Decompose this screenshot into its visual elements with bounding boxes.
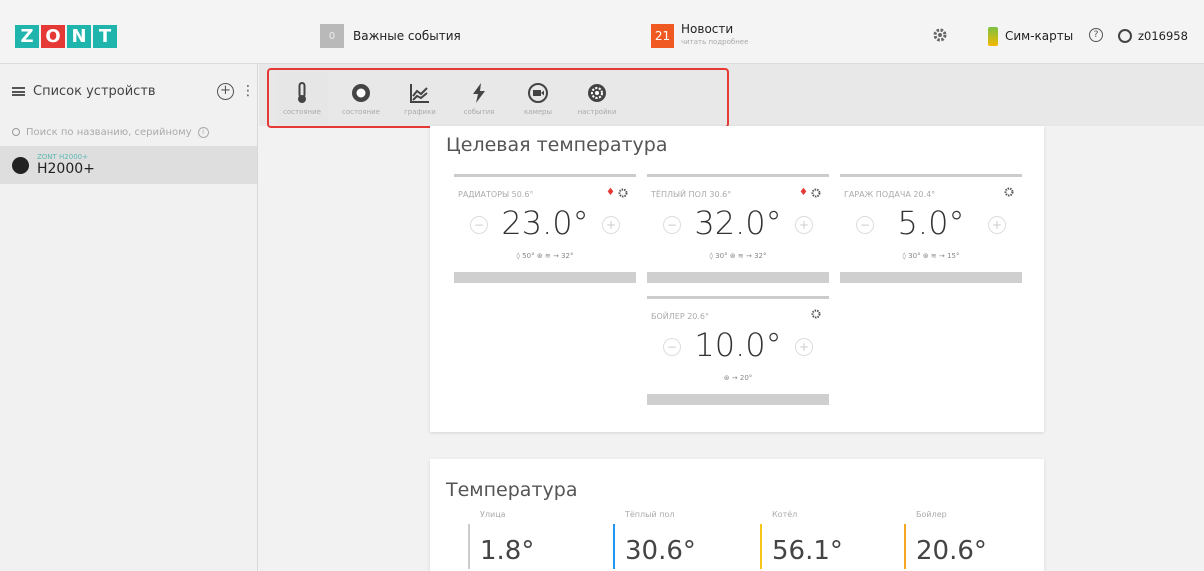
gear-icon[interactable] — [811, 309, 821, 319]
news-badge: 21 — [651, 24, 674, 48]
chart-icon — [410, 83, 429, 103]
thermometer-icon — [298, 81, 306, 103]
search-icon — [12, 128, 20, 136]
tile-mode-bar[interactable] — [647, 272, 829, 283]
tile-mode-bar[interactable] — [647, 394, 829, 405]
sim-cards-label: Сим-карты — [1005, 29, 1074, 43]
sensor-label: Тёплый пол — [625, 510, 675, 519]
gear-icon[interactable] — [811, 188, 821, 198]
card-title: Целевая температура — [446, 134, 668, 156]
user-icon — [1118, 29, 1132, 43]
tab-label: настройки — [577, 107, 617, 116]
tab-label: камеры — [523, 107, 553, 116]
tile-mode-bar[interactable] — [840, 272, 1022, 283]
tile-header: ТЁПЛЫЙ ПОЛ 30.6° — [651, 190, 732, 199]
tile-details: ⊛ → 20° — [723, 374, 753, 382]
help-icon[interactable]: ? — [1089, 28, 1103, 42]
tile-header: БОЙЛЕР 20.6° — [651, 312, 710, 321]
increase-button[interactable]: + — [988, 216, 1006, 234]
tile-details: ◊ 30° ⊛ ≋ → 32° — [709, 252, 767, 260]
menu-icon[interactable] — [12, 86, 25, 96]
thermostat-tile[interactable]: ГАРАЖ ПОДАЧА 20.4° − 5.0° + ◊ 30° ⊛ ≋ → … — [840, 174, 1022, 283]
device-list-header: Список устройств + ⋮ — [0, 64, 257, 118]
sensor-value: 56.1° — [772, 536, 843, 566]
tab-state-temperature[interactable]: состояние — [276, 72, 328, 124]
device-name: H2000+ — [37, 160, 95, 177]
zont-logo[interactable]: Z O N T — [15, 25, 117, 48]
tile-mode-bar[interactable] — [454, 272, 636, 283]
sidebar: Список устройств + ⋮ Поиск по названию, … — [0, 64, 258, 571]
sensor-color-line — [613, 524, 615, 569]
device-list-item[interactable]: ZONT H2000+ H2000+ — [0, 146, 257, 184]
news-button[interactable]: 21 Новости читать подробнее — [651, 22, 748, 50]
tab-events[interactable]: события — [453, 72, 505, 124]
lightning-icon — [473, 82, 485, 103]
temperature-card: Температура Улица 1.8° Тёплый пол 30.6° … — [430, 459, 1044, 571]
news-subtitle: читать подробнее — [681, 38, 749, 46]
events-badge: 0 — [320, 24, 344, 48]
camera-icon — [528, 82, 548, 103]
increase-button[interactable]: + — [602, 216, 620, 234]
sensor-label: Котёл — [772, 510, 798, 519]
sensor-value: 30.6° — [625, 536, 696, 566]
more-icon[interactable]: ⋮ — [241, 83, 255, 99]
gear-icon[interactable] — [1004, 187, 1014, 197]
device-search-input[interactable]: Поиск по названию, серийному i — [0, 118, 257, 146]
sensor-label: Улица — [480, 510, 506, 519]
device-toolbar: состояние состояние графики события каме… — [267, 68, 729, 128]
tile-header: РАДИАТОРЫ 50.6° — [458, 190, 534, 199]
logo-letter: N — [67, 25, 91, 48]
target-temperature-card: Целевая температура РАДИАТОРЫ 50.6° ♦ − … — [430, 126, 1044, 432]
gear-icon[interactable] — [932, 27, 948, 43]
sim-cards-button[interactable]: Сим-карты — [988, 22, 1073, 50]
sensor-color-line — [904, 524, 906, 569]
logo-letter: O — [41, 25, 65, 48]
tile-details: ◊ 50° ⊛ ≋ → 32° — [516, 252, 574, 260]
tab-cameras[interactable]: камеры — [512, 72, 564, 124]
tile-header: ГАРАЖ ПОДАЧА 20.4° — [844, 190, 936, 199]
circle-status-icon — [352, 83, 370, 102]
logo-letter: Z — [15, 25, 39, 48]
info-icon[interactable]: i — [197, 126, 209, 138]
sim-card-icon — [988, 26, 998, 46]
tab-label: графики — [404, 107, 436, 116]
user-menu[interactable]: z016958 — [1118, 22, 1188, 50]
search-placeholder: Поиск по названию, серийному — [26, 126, 192, 138]
device-list-title: Список устройств — [33, 83, 156, 99]
device-subtitle: ZONT H2000+ — [37, 152, 88, 161]
thermostat-tile[interactable]: РАДИАТОРЫ 50.6° ♦ − 23.0° + ◊ 50° ⊛ ≋ → … — [454, 174, 636, 283]
user-login: z016958 — [1138, 29, 1188, 43]
tab-label: состояние — [342, 107, 380, 116]
tab-charts[interactable]: графики — [394, 72, 446, 124]
device-status-icon — [12, 156, 29, 174]
increase-button[interactable]: + — [795, 216, 813, 234]
news-label: Новости — [681, 22, 734, 36]
tab-state[interactable]: состояние — [335, 72, 387, 124]
gear-icon[interactable] — [618, 188, 628, 198]
tab-label: состояние — [283, 107, 321, 116]
thermostat-tile[interactable]: ТЁПЛЫЙ ПОЛ 30.6° ♦ − 32.0° + ◊ 30° ⊛ ≋ →… — [647, 174, 829, 283]
add-device-button[interactable]: + — [217, 83, 234, 100]
tile-details: ◊ 30° ⊛ ≋ → 15° — [902, 252, 960, 260]
events-label: Важные события — [353, 29, 461, 43]
logo-letter: T — [93, 25, 117, 48]
sensor-color-line — [468, 524, 470, 569]
card-title: Температура — [446, 479, 578, 501]
sensor-color-line — [760, 524, 762, 569]
gear-icon — [588, 83, 606, 102]
sensor-label: Бойлер — [916, 510, 947, 519]
top-header: Z O N T 0 Важные события 21 Новости чита… — [0, 0, 1204, 64]
sensor-value: 20.6° — [916, 536, 987, 566]
increase-button[interactable]: + — [795, 338, 813, 356]
important-events-button[interactable]: 0 Важные события — [320, 22, 461, 50]
flame-icon: ♦ — [799, 187, 808, 198]
tab-settings[interactable]: настройки — [571, 72, 623, 124]
flame-icon: ♦ — [606, 187, 615, 198]
tab-label: события — [463, 107, 495, 116]
thermostat-tile[interactable]: БОЙЛЕР 20.6° − 10.0° + ⊛ → 20° — [647, 296, 829, 405]
sensor-value: 1.8° — [480, 536, 535, 566]
